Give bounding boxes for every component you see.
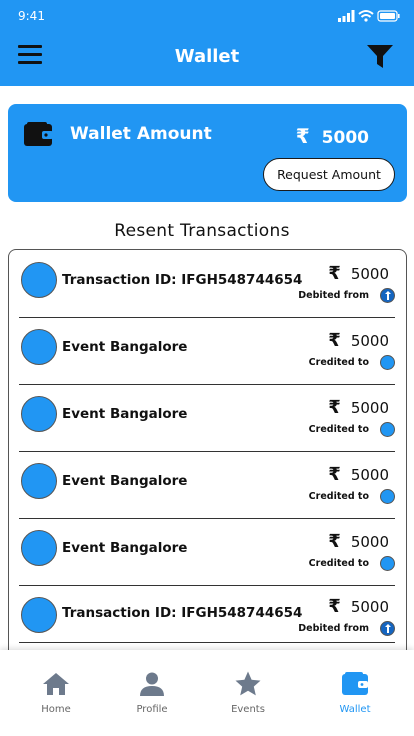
- wallet-icon: [24, 122, 53, 146]
- credit-dot-icon: [380, 556, 395, 571]
- transaction-status: Debited from: [298, 290, 369, 301]
- request-amount-button[interactable]: Request Amount: [263, 158, 395, 191]
- nav-item-events[interactable]: Events: [208, 670, 288, 720]
- star-icon: [235, 671, 261, 696]
- transaction-amount: ₹5000: [328, 596, 389, 617]
- wifi-icon: [358, 10, 374, 22]
- list-item[interactable]: Event Bangalore ₹5000 Credited to: [19, 451, 395, 519]
- rupee-icon: ₹: [328, 263, 341, 284]
- signal-icon: [338, 10, 355, 22]
- credit-dot-icon: [380, 489, 395, 504]
- transaction-amount: ₹5000: [328, 531, 389, 552]
- nav-label: Events: [231, 704, 265, 715]
- list-item[interactable]: Event Bangalore ₹5000 Credited to: [19, 518, 395, 586]
- recent-transactions-title: Resent Transactions: [114, 221, 290, 241]
- nav-item-home[interactable]: Home: [16, 670, 96, 720]
- rupee-icon: ₹: [328, 330, 341, 351]
- nav-label: Profile: [136, 704, 168, 715]
- status-bar: 9:41: [0, 0, 414, 32]
- rupee-icon: ₹: [328, 464, 341, 485]
- nav-label: Wallet: [339, 704, 371, 715]
- wallet-amount-value: ₹5000: [296, 124, 369, 148]
- avatar: [21, 262, 57, 298]
- wallet-balance: 5000: [321, 128, 369, 148]
- transaction-amount: ₹5000: [328, 397, 389, 418]
- nav-item-profile[interactable]: Profile: [112, 670, 192, 720]
- transaction-status: Debited from: [298, 623, 369, 634]
- list-item[interactable]: Transaction ID: IFGH548744654 ₹5000 Debi…: [19, 250, 395, 318]
- profile-icon: [140, 672, 164, 696]
- avatar: [21, 597, 57, 633]
- list-item[interactable]: Event Bangalore ₹5000 Credited to: [19, 317, 395, 385]
- app-bar: Wallet: [0, 32, 414, 86]
- transaction-title: Transaction ID: IFGH548744654: [62, 272, 303, 288]
- transaction-status: Credited to: [308, 357, 369, 368]
- home-icon: [43, 673, 69, 695]
- wallet-amount-label: Wallet Amount: [70, 124, 212, 144]
- transaction-title: Event Bangalore: [62, 339, 188, 355]
- status-icons: [338, 10, 400, 22]
- bottom-nav: Home Profile Events Wallet: [0, 650, 414, 736]
- filter-icon[interactable]: [366, 42, 394, 70]
- credit-dot-icon: [380, 422, 395, 437]
- debit-arrow-icon: [380, 288, 395, 303]
- nav-item-wallet[interactable]: Wallet: [315, 670, 395, 720]
- battery-icon: [377, 10, 400, 22]
- credit-dot-icon: [380, 355, 395, 370]
- transaction-title: Event Bangalore: [62, 540, 188, 556]
- wallet-icon: [342, 672, 368, 695]
- transaction-title: Transaction ID: IFGH548744654: [62, 605, 303, 621]
- wallet-card: Wallet Amount ₹5000 Request Amount: [8, 104, 407, 202]
- list-item[interactable]: Event Bangalore ₹5000 Credited to: [19, 384, 395, 452]
- debit-arrow-icon: [380, 621, 395, 636]
- rupee-icon: ₹: [328, 397, 341, 418]
- nav-label: Home: [41, 704, 71, 715]
- transaction-amount: ₹5000: [328, 263, 389, 284]
- transaction-amount: ₹5000: [328, 464, 389, 485]
- status-time: 9:41: [18, 9, 45, 23]
- avatar: [21, 396, 57, 432]
- transaction-title: Event Bangalore: [62, 473, 188, 489]
- transaction-status: Credited to: [308, 558, 369, 569]
- rupee-icon: ₹: [328, 596, 341, 617]
- avatar: [21, 530, 57, 566]
- transaction-status: Credited to: [308, 424, 369, 435]
- list-item[interactable]: Transaction ID: IFGH548744654 ₹5000 Debi…: [19, 585, 395, 643]
- avatar: [21, 329, 57, 365]
- rupee-icon: ₹: [295, 124, 310, 148]
- rupee-icon: ₹: [328, 531, 341, 552]
- transaction-status: Credited to: [308, 491, 369, 502]
- avatar: [21, 463, 57, 499]
- transactions-list[interactable]: Transaction ID: IFGH548744654 ₹5000 Debi…: [8, 249, 407, 671]
- transaction-title: Event Bangalore: [62, 406, 188, 422]
- page-title: Wallet: [174, 46, 240, 67]
- transaction-amount: ₹5000: [328, 330, 389, 351]
